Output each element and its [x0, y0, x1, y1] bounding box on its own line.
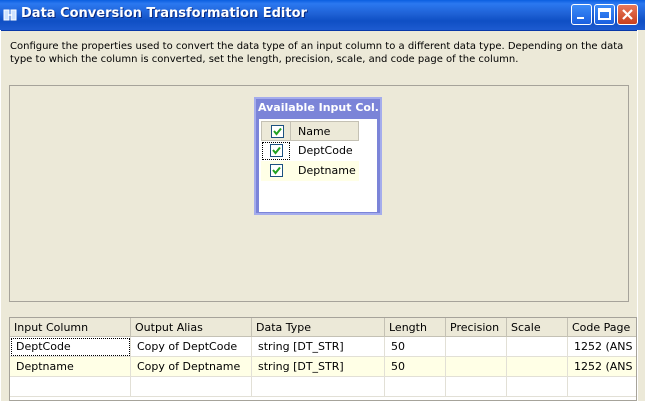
empty-cell[interactable]: [568, 377, 636, 397]
checkbox-cell[interactable]: [261, 141, 291, 161]
columns-header-row: Name: [259, 121, 359, 141]
code-page-cell[interactable]: 1252 (ANS: [568, 357, 636, 377]
output-alias-cell[interactable]: Copy of DeptCode: [131, 337, 252, 357]
column-name[interactable]: DeptCode: [291, 141, 359, 161]
minimize-button[interactable]: [571, 4, 592, 25]
header-code-page[interactable]: Code Page: [568, 318, 636, 337]
checkmark-icon: [272, 146, 281, 155]
window-border-right: [637, 30, 645, 401]
column-checkbox[interactable]: [270, 144, 283, 157]
empty-cell[interactable]: [507, 377, 568, 397]
select-all-checkbox[interactable]: [271, 125, 284, 138]
available-input-columns-box[interactable]: Available Input Col... Name DeptCode Dep…: [254, 97, 382, 215]
empty-cell[interactable]: [252, 377, 385, 397]
header-length[interactable]: Length: [385, 318, 446, 337]
empty-cell[interactable]: [385, 377, 446, 397]
available-columns-list: Name DeptCode Deptname: [259, 119, 377, 212]
title-bar[interactable]: Data Conversion Transformation Editor: [0, 0, 645, 31]
checkmark-icon: [273, 127, 282, 136]
empty-cell[interactable]: [10, 377, 131, 397]
window-border-left: [0, 30, 1, 401]
input-column-cell[interactable]: Deptname: [10, 357, 131, 377]
editor-description: Configure the properties used to convert…: [10, 41, 624, 65]
maximize-icon: [598, 8, 611, 20]
header-scale[interactable]: Scale: [507, 318, 568, 337]
data-conversion-icon: [3, 8, 17, 22]
close-button[interactable]: [617, 4, 638, 25]
empty-cell[interactable]: [446, 377, 507, 397]
precision-cell[interactable]: [446, 357, 507, 377]
column-name[interactable]: Deptname: [291, 161, 359, 181]
scale-cell[interactable]: [507, 337, 568, 357]
column-checkbox[interactable]: [270, 164, 283, 177]
scale-cell[interactable]: [507, 357, 568, 377]
header-output-alias[interactable]: Output Alias: [131, 318, 252, 337]
length-cell[interactable]: 50: [385, 357, 446, 377]
checkbox-cell[interactable]: [261, 161, 291, 181]
close-icon: [622, 9, 633, 20]
output-alias-cell[interactable]: Copy of Deptname: [131, 357, 252, 377]
select-all-cell[interactable]: [261, 121, 291, 141]
code-page-cell[interactable]: 1252 (ANS: [568, 337, 636, 357]
input-column-cell[interactable]: DeptCode: [10, 337, 131, 357]
maximize-button[interactable]: [594, 4, 615, 25]
data-type-cell[interactable]: string [DT_STR]: [252, 337, 385, 357]
list-item[interactable]: Deptname: [259, 161, 359, 181]
list-item[interactable]: DeptCode: [259, 141, 359, 161]
minimize-icon: [577, 17, 584, 19]
name-column-header[interactable]: Name: [291, 121, 359, 141]
conversion-grid[interactable]: Input Column Output Alias Data Type Leng…: [9, 317, 637, 401]
available-columns-title[interactable]: Available Input Col...: [258, 101, 378, 114]
window-title: Data Conversion Transformation Editor: [21, 6, 307, 21]
checkmark-icon: [272, 166, 281, 175]
precision-cell[interactable]: [446, 337, 507, 357]
length-cell[interactable]: 50: [385, 337, 446, 357]
header-data-type[interactable]: Data Type: [252, 318, 385, 337]
header-precision[interactable]: Precision: [446, 318, 507, 337]
empty-cell[interactable]: [131, 377, 252, 397]
header-input-column[interactable]: Input Column: [10, 318, 131, 337]
data-type-cell[interactable]: string [DT_STR]: [252, 357, 385, 377]
